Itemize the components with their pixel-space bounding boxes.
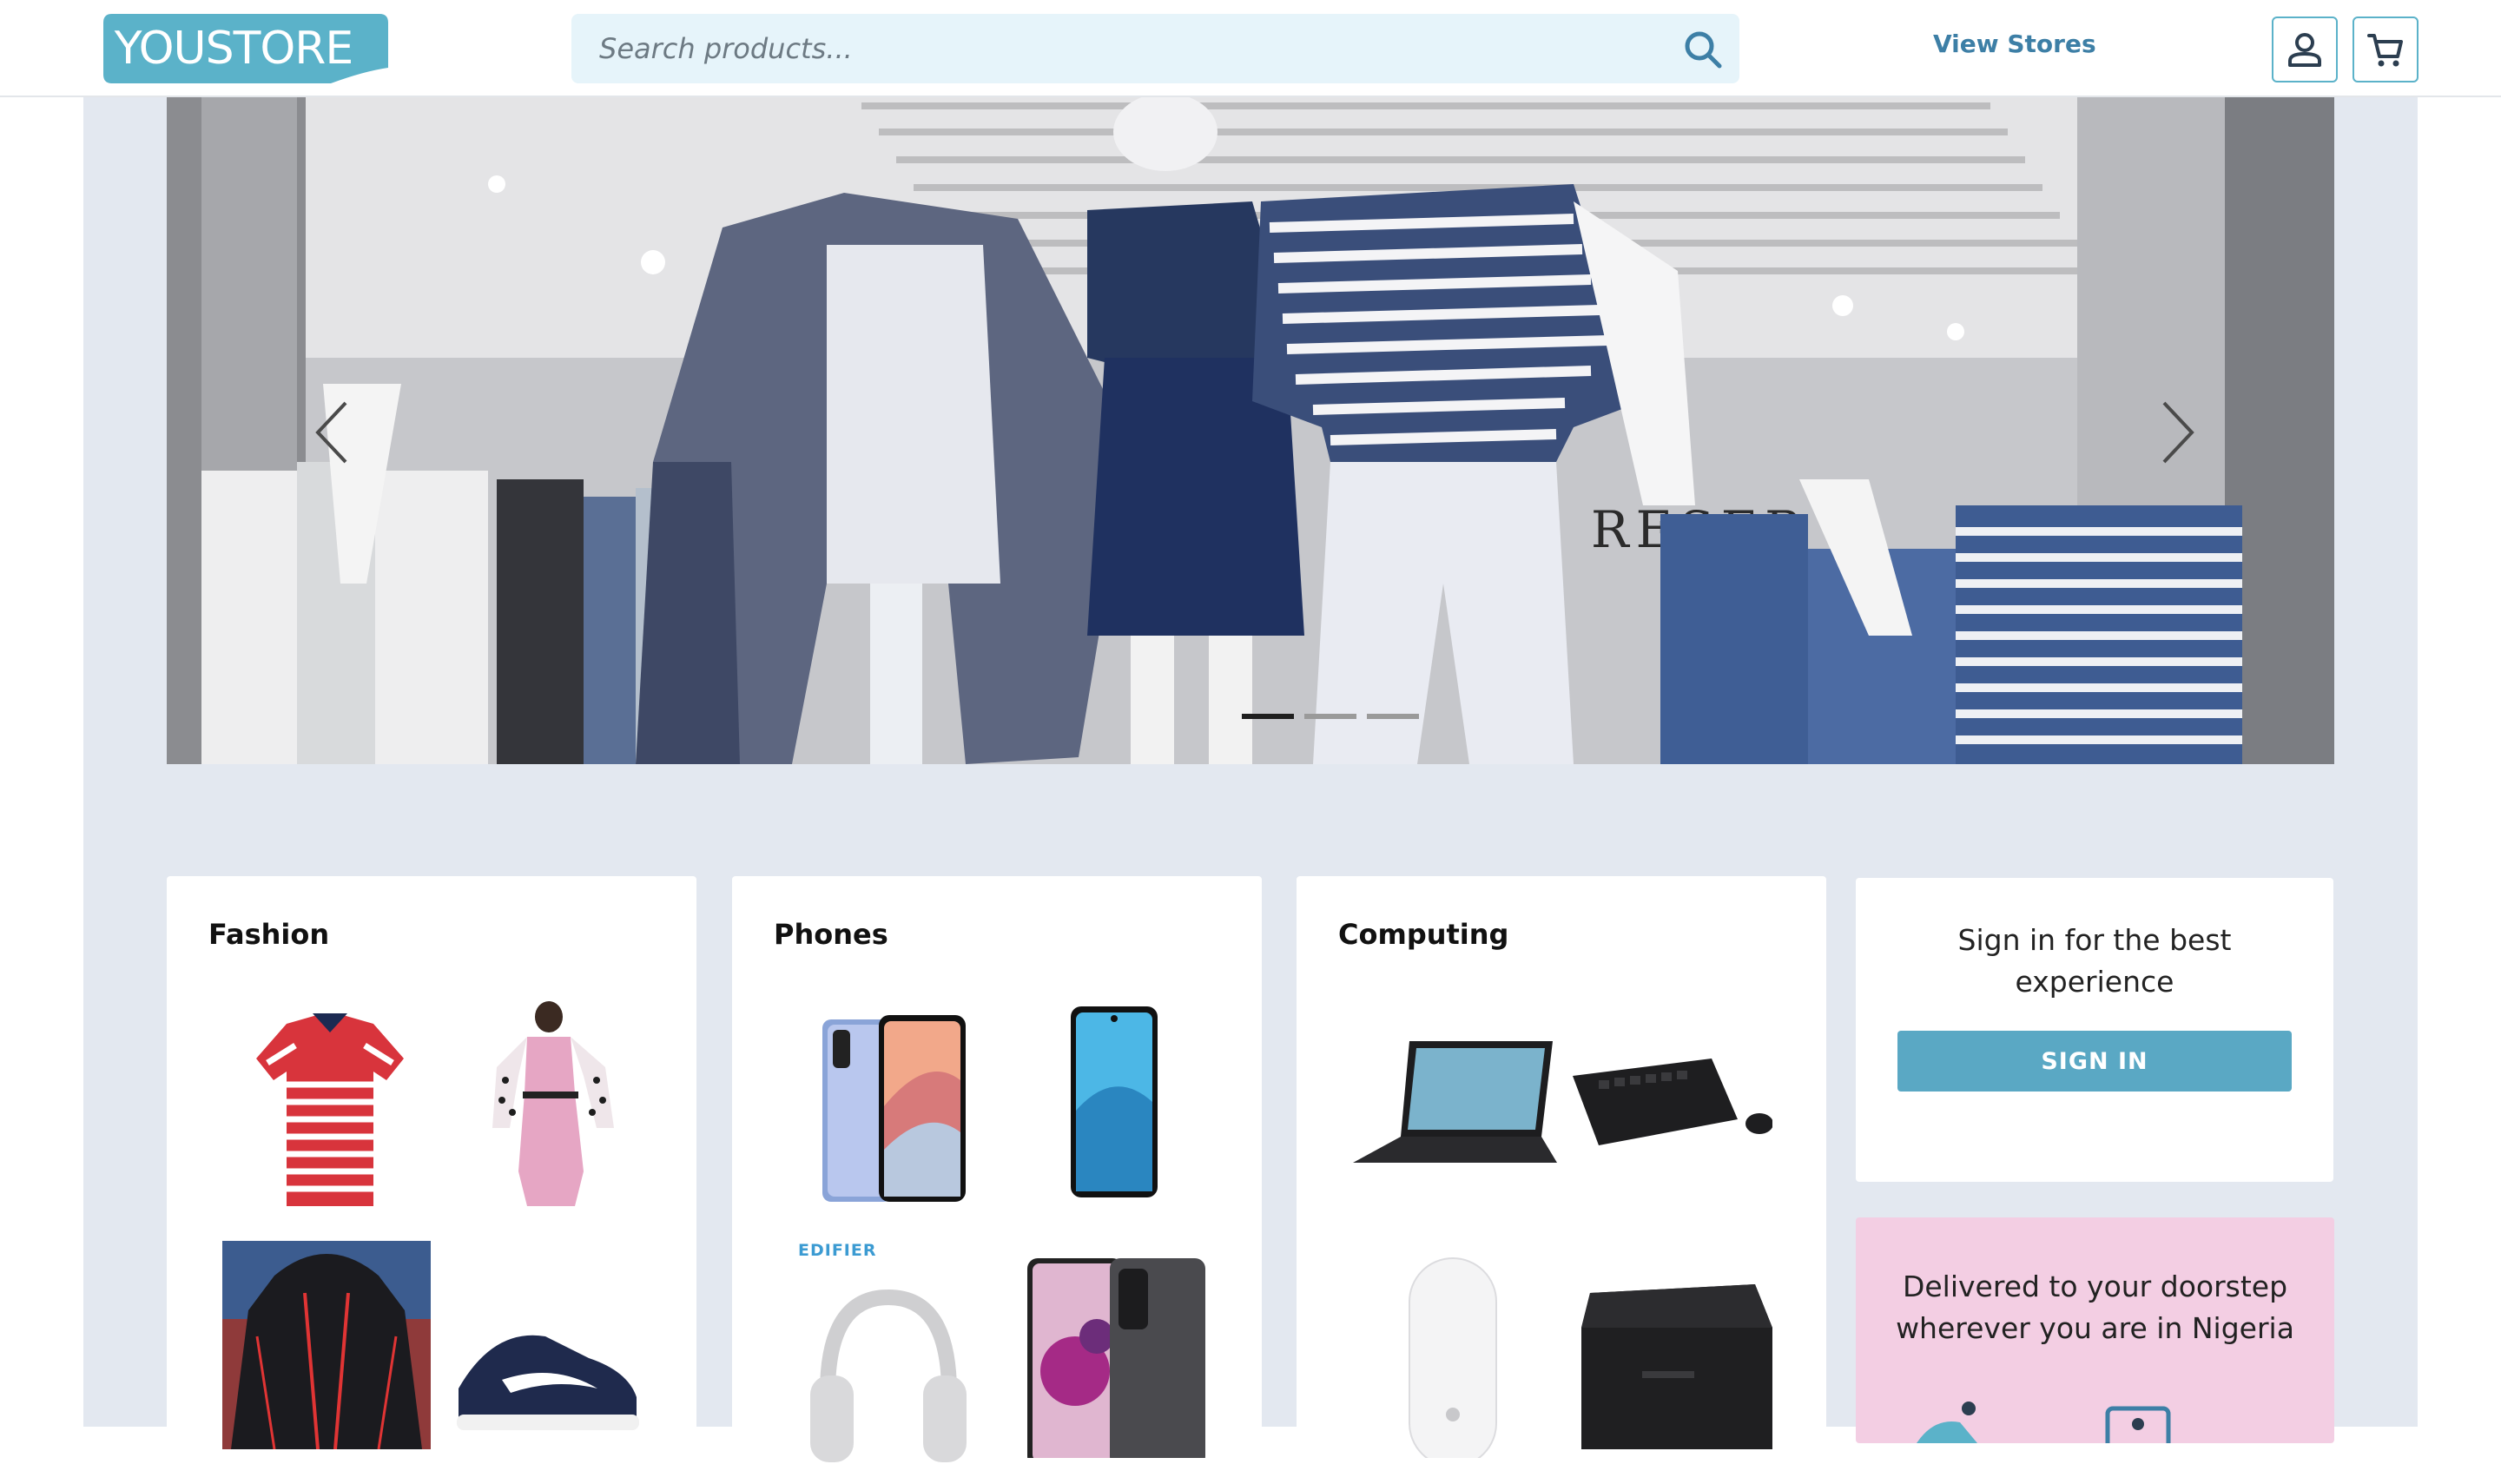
printer-image[interactable] — [1573, 1258, 1781, 1467]
carousel-indicators — [1242, 714, 1419, 719]
chevron-left-icon — [315, 401, 347, 464]
cart-icon — [2367, 34, 2403, 67]
xiaomi-phones-image[interactable] — [1010, 1250, 1218, 1458]
account-button[interactable] — [2272, 16, 2338, 82]
main-content: RESER D — [83, 97, 2418, 1484]
logo-text: YOUSTORE — [114, 23, 354, 75]
view-stores-link[interactable]: View Stores — [1933, 30, 2096, 58]
hoodie-image[interactable] — [222, 1241, 431, 1449]
magic-mouse-image[interactable] — [1349, 1250, 1557, 1458]
search-input[interactable] — [599, 14, 1641, 83]
edifier-headphones-image[interactable] — [784, 1263, 993, 1471]
infinix-phone-image[interactable] — [1010, 998, 1218, 1206]
laptop-image[interactable] — [1349, 1024, 1557, 1232]
pink-dress-image[interactable] — [445, 998, 653, 1206]
carousel-prev-button[interactable] — [311, 398, 354, 467]
brand-label: EDIFIER — [798, 1241, 877, 1260]
keyboard-mouse-image[interactable] — [1564, 1024, 1772, 1232]
category-card-computing[interactable]: Computing — [1297, 876, 1826, 1484]
delivery-banner[interactable]: Delivered to your doorstep wherever you … — [1856, 1217, 2334, 1443]
hero-image: RESER D — [167, 97, 2334, 764]
category-title: Fashion — [208, 918, 330, 951]
signin-button[interactable]: SIGN IN — [1897, 1031, 2292, 1092]
account-icon — [2288, 33, 2321, 67]
category-title: Computing — [1338, 918, 1509, 951]
cart-button[interactable] — [2353, 16, 2419, 82]
signin-panel: Sign in for the best experience SIGN IN — [1856, 878, 2333, 1182]
sneakers-image[interactable] — [441, 1276, 650, 1484]
hero-carousel[interactable]: RESER D — [167, 97, 2334, 764]
category-title: Phones — [774, 918, 888, 951]
chevron-right-icon — [2162, 401, 2194, 464]
polo-shirt-image[interactable] — [226, 998, 434, 1206]
carousel-dot-2[interactable] — [1304, 714, 1356, 719]
search-bar — [571, 14, 1739, 83]
signin-message: Sign in for the best experience — [1957, 923, 2232, 999]
search-button[interactable] — [1683, 30, 1723, 69]
delivery-illustration-icon — [1917, 1402, 2171, 1443]
delivery-message: Delivered to your doorstep wherever you … — [1896, 1270, 2294, 1345]
carousel-dot-3[interactable] — [1367, 714, 1419, 719]
carousel-dot-1[interactable] — [1242, 714, 1294, 719]
category-card-fashion[interactable]: Fashion — [167, 876, 696, 1484]
search-icon — [1685, 31, 1722, 69]
carousel-next-button[interactable] — [2155, 398, 2199, 467]
vivo-phone-image[interactable] — [796, 1002, 1005, 1210]
logo[interactable]: YOUSTORE — [103, 14, 390, 83]
category-card-phones[interactable]: Phones EDIFIER — [732, 876, 1262, 1484]
site-header: YOUSTORE View Stores — [0, 0, 2501, 97]
